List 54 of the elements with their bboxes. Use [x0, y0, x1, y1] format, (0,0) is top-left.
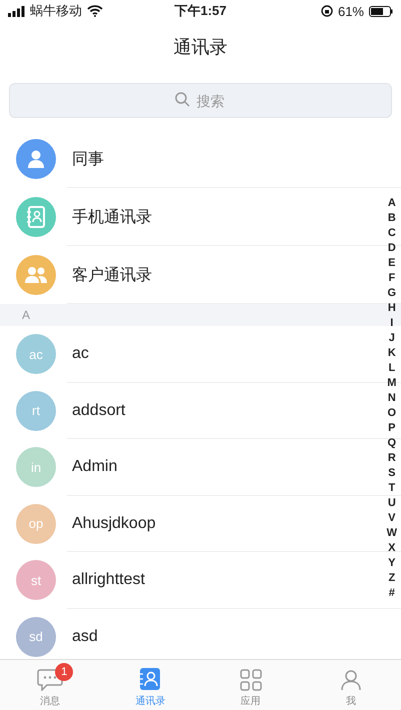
index-letter[interactable]: D [388, 241, 396, 256]
shortcut-item[interactable]: 同事 [0, 130, 401, 188]
index-letter[interactable]: X [388, 541, 396, 556]
unread-badge: 1 [55, 663, 74, 681]
signal-icon [8, 6, 25, 16]
person-icon [340, 669, 362, 691]
index-letter[interactable]: Q [388, 436, 396, 451]
index-letter[interactable]: T [388, 481, 396, 496]
section-letter: A [22, 308, 30, 322]
rotation-lock-icon [320, 5, 333, 17]
contact-avatar: st [16, 560, 56, 600]
chat-bubble-icon [37, 669, 64, 691]
battery-percent: 61% [338, 4, 364, 18]
person-icon [26, 149, 46, 169]
index-letter[interactable]: V [388, 511, 396, 526]
index-letter[interactable]: W [386, 526, 397, 541]
index-letter[interactable]: Z [388, 571, 396, 586]
contact-avatar: ac [16, 334, 56, 374]
index-letter[interactable]: E [388, 256, 396, 271]
contact-card-icon [139, 667, 162, 691]
index-letter[interactable]: P [388, 421, 396, 436]
index-letter[interactable]: C [388, 226, 396, 241]
carrier-name: 蜗牛移动 [30, 2, 82, 20]
page-title: 通讯录 [174, 36, 228, 59]
index-letter[interactable]: G [388, 286, 396, 301]
contact-avatar: in [16, 447, 56, 488]
search-icon [175, 92, 190, 107]
index-letter[interactable]: Y [388, 556, 396, 571]
battery-icon [369, 6, 393, 16]
index-letter[interactable]: U [388, 496, 396, 511]
status-time: 下午1:57 [174, 2, 227, 20]
index-letter[interactable]: M [387, 376, 396, 391]
contact-avatar: rt [16, 390, 56, 431]
index-letter[interactable]: I [390, 316, 394, 331]
search-field[interactable]: 搜索 [9, 83, 392, 118]
index-letter[interactable]: S [388, 466, 396, 481]
index-letter[interactable]: J [388, 331, 395, 346]
contact-book-icon [26, 206, 46, 228]
index-letter[interactable]: B [388, 211, 396, 226]
grid-icon [240, 669, 262, 691]
index-letter[interactable]: N [388, 391, 396, 406]
people-icon [24, 266, 48, 284]
contact-avatar: sd [16, 616, 56, 657]
tab-item[interactable]: 1 消息 [0, 660, 100, 710]
index-letter[interactable]: # [388, 586, 395, 601]
contact-avatar: op [16, 504, 56, 544]
index-letter[interactable]: L [388, 361, 396, 376]
index-letter[interactable]: F [388, 271, 396, 286]
wifi-icon [87, 5, 103, 17]
index-letter[interactable]: K [388, 346, 396, 361]
index-letter[interactable]: A [388, 196, 396, 211]
index-letter[interactable]: R [388, 451, 396, 466]
index-letter[interactable]: O [388, 406, 396, 421]
index-letter[interactable]: H [388, 301, 396, 316]
